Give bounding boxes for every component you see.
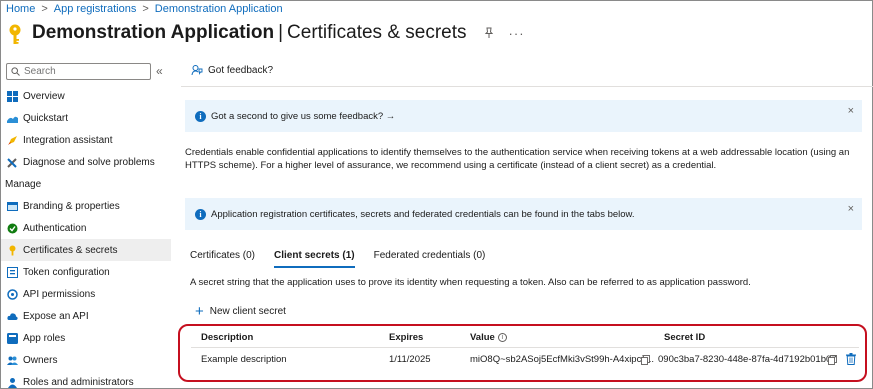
close-icon[interactable]: ×	[848, 105, 854, 117]
column-header-value-label: Value	[470, 332, 495, 343]
app-roles-icon	[7, 332, 18, 344]
secret-expires: 1/11/2025	[389, 354, 431, 365]
wrench-icon	[7, 157, 17, 168]
search-box[interactable]	[6, 63, 151, 80]
sidebar-item-overview[interactable]: Overview	[1, 85, 171, 107]
sidebar-item-diagnose[interactable]: Diagnose and solve problems	[1, 151, 171, 173]
token-icon	[7, 266, 18, 278]
value-info-icon[interactable]: i	[497, 333, 507, 342]
overview-icon	[7, 90, 18, 102]
client-secrets-description: A secret string that the application use…	[190, 277, 751, 288]
page-header: Demonstration Application | Certificates…	[7, 20, 525, 46]
sidebar-item-authentication[interactable]: Authentication	[1, 217, 171, 239]
admin-icon	[8, 377, 17, 388]
column-header-secret-id: Secret ID	[664, 332, 706, 343]
sidebar-item-quickstart[interactable]: Quickstart	[1, 107, 171, 129]
delete-icon[interactable]	[846, 353, 856, 365]
ellipsis-icon[interactable]: ···	[509, 26, 525, 41]
key-icon	[9, 245, 16, 255]
rocket-icon	[8, 135, 17, 145]
feedback-banner-link[interactable]: Got a second to give us some feedback? →	[211, 111, 395, 122]
sidebar-nav: Overview Quickstart Integration assistan…	[1, 85, 171, 389]
feedback-label: Got feedback?	[208, 64, 274, 76]
new-client-secret-label: New client secret	[209, 306, 286, 317]
tab-certificates[interactable]: Certificates (0)	[190, 250, 255, 268]
pin-icon[interactable]	[483, 27, 495, 39]
sidebar-item-label: Owners	[23, 354, 58, 366]
column-header-description: Description	[201, 332, 254, 343]
sidebar-section-manage: Manage	[5, 178, 42, 190]
sidebar-item-label: API permissions	[23, 288, 96, 300]
sidebar-item-integration-assistant[interactable]: Integration assistant	[1, 129, 171, 151]
got-feedback-button[interactable]: Got feedback?	[191, 64, 273, 76]
new-client-secret-button[interactable]: + New client secret	[195, 302, 286, 320]
authentication-icon	[7, 223, 18, 233]
sidebar-item-owners[interactable]: Owners	[1, 349, 171, 371]
sidebar-item-app-roles[interactable]: App roles	[1, 327, 171, 349]
sidebar-item-label: Branding & properties	[23, 200, 120, 212]
copy-value-icon[interactable]	[641, 355, 650, 365]
secret-description: Example description	[201, 354, 287, 365]
credential-tabs: Certificates (0) Client secrets (1) Fede…	[190, 250, 485, 268]
info-banner: i Application registration certificates,…	[185, 198, 862, 230]
cloud-icon	[7, 312, 18, 320]
credentials-description: Credentials enable confidential applicat…	[185, 147, 850, 171]
sidebar-item-label: Integration assistant	[23, 134, 113, 146]
sidebar-item-label: App roles	[23, 332, 66, 344]
search-icon	[11, 67, 20, 76]
quickstart-icon	[7, 116, 18, 123]
sidebar-item-certificates-secrets[interactable]: Certificates & secrets	[1, 239, 171, 261]
sidebar-item-label: Authentication	[23, 222, 87, 234]
sidebar-item-label: Diagnose and solve problems	[23, 156, 155, 168]
sidebar-item-api-permissions[interactable]: API permissions	[1, 283, 171, 305]
feedback-icon	[191, 65, 203, 76]
api-permissions-icon	[7, 288, 18, 300]
sidebar-item-expose-api[interactable]: Expose an API	[1, 305, 171, 327]
secret-value: miO8Q~sb2ASoj5EcfMki3vSt99h-A4xipcj ...	[470, 354, 655, 365]
sidebar-item-label: Quickstart	[23, 112, 69, 124]
sidebar-item-label: Roles and administrators	[23, 376, 134, 388]
sidebar-item-branding[interactable]: Branding & properties	[1, 195, 171, 217]
collapse-sidebar-icon[interactable]: «	[156, 64, 163, 78]
sidebar-item-label: Expose an API	[23, 310, 89, 322]
branding-icon	[7, 201, 18, 211]
sidebar-item-roles-administrators[interactable]: Roles and administrators	[1, 371, 171, 389]
tab-federated-credentials[interactable]: Federated credentials (0)	[374, 250, 486, 268]
toolbar-divider	[181, 86, 873, 87]
feedback-banner: i Got a second to give us some feedback?…	[185, 100, 862, 132]
breadcrumb: Home > App registrations > Demonstration…	[6, 3, 283, 15]
column-header-expires: Expires	[389, 332, 424, 343]
copy-secret-id-icon[interactable]	[828, 355, 837, 365]
info-icon: i	[195, 110, 206, 122]
sidebar-item-label: Token configuration	[23, 266, 110, 278]
close-icon[interactable]: ×	[848, 203, 854, 215]
tab-client-secrets[interactable]: Client secrets (1)	[274, 250, 355, 268]
page-title: Certificates & secrets	[287, 22, 467, 43]
sidebar-item-label: Certificates & secrets	[23, 244, 118, 256]
breadcrumb-home[interactable]: Home	[6, 3, 35, 15]
app-title: Demonstration Application	[32, 22, 275, 43]
secret-id: 090c3ba7-8230-448e-87fa-4d7192b01b07	[658, 354, 837, 365]
search-input[interactable]	[24, 66, 144, 77]
title-separator: |	[278, 22, 284, 43]
breadcrumb-separator: >	[41, 3, 48, 15]
breadcrumb-application[interactable]: Demonstration Application	[155, 3, 283, 15]
breadcrumb-separator: >	[142, 3, 149, 15]
column-header-value: Value i	[470, 332, 507, 343]
info-banner-text: Application registration certificates, s…	[211, 208, 635, 220]
table-header-divider	[191, 347, 859, 348]
key-icon	[9, 24, 21, 44]
info-icon: i	[195, 208, 206, 220]
plus-icon: +	[195, 302, 204, 320]
sidebar-item-label: Overview	[23, 90, 65, 102]
highlight-frame	[178, 324, 867, 382]
sidebar-item-token-configuration[interactable]: Token configuration	[1, 261, 171, 283]
owners-icon	[7, 356, 18, 365]
breadcrumb-app-registrations[interactable]: App registrations	[54, 3, 137, 15]
